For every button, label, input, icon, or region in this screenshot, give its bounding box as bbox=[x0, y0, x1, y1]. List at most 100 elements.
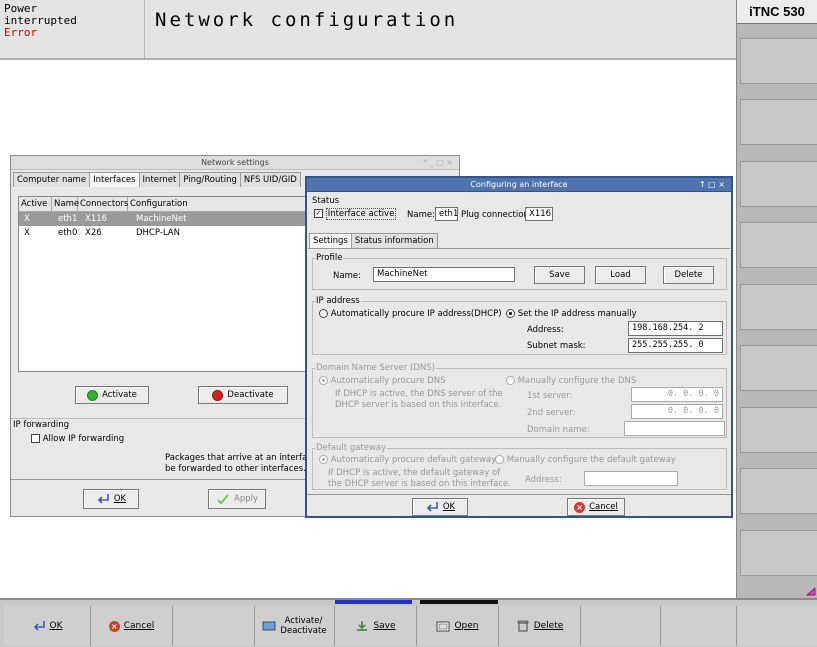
vertical-softkey-7[interactable] bbox=[740, 407, 817, 453]
activate-deactivate-text: Activate/ Deactivate bbox=[280, 616, 326, 636]
vertical-softkey-5[interactable] bbox=[740, 284, 817, 330]
dns-note-2: DHCP server is based on this interface. bbox=[335, 400, 502, 410]
error-indicator[interactable]: Error bbox=[4, 27, 140, 39]
col-connectors[interactable]: Connectors bbox=[78, 197, 128, 211]
softkey-delete-label: Delete bbox=[533, 621, 564, 631]
allow-ip-forwarding-checkbox[interactable]: Allow IP forwarding bbox=[31, 434, 124, 444]
softkey-empty-1[interactable] bbox=[172, 606, 254, 646]
ip-manual-label: Set the IP address manually bbox=[517, 309, 637, 319]
softkey-empty-2[interactable] bbox=[580, 606, 660, 646]
dns-server1-input[interactable]: 0. 0. 0. 0 bbox=[631, 387, 723, 402]
cell-name: eth1 bbox=[58, 214, 78, 224]
softkey-ok-label: OK bbox=[49, 621, 63, 631]
cancel-x-icon: × bbox=[108, 620, 120, 632]
ip-auto-radio[interactable]: Automatically procure IP address(DHCP) bbox=[319, 309, 502, 319]
vertical-softkey-9[interactable] bbox=[740, 530, 817, 576]
ip-address-input[interactable]: 198.168.254. 2 bbox=[628, 321, 723, 336]
softkey-empty-4[interactable] bbox=[736, 606, 817, 646]
note-line-2: be forwarded to other interfaces. bbox=[165, 464, 306, 474]
table-row[interactable]: X eth1 X116 MachineNet bbox=[19, 212, 307, 226]
return-arrow-icon bbox=[426, 502, 438, 512]
softkey-open[interactable]: Open bbox=[416, 606, 498, 646]
ip-auto-label: Automatically procure IP address(DHCP) bbox=[330, 309, 502, 319]
deactivate-button[interactable]: Deactivate bbox=[198, 386, 288, 404]
gateway-manual-radio[interactable]: Manually configure the default gateway bbox=[495, 455, 676, 465]
ip-address-field-label: Address: bbox=[527, 325, 564, 335]
vertical-softkey-6[interactable] bbox=[740, 345, 817, 391]
gateway-address-input[interactable] bbox=[584, 471, 678, 486]
tab-interfaces[interactable]: Interfaces bbox=[89, 172, 140, 187]
dns-auto-label: Automatically procure DNS bbox=[330, 376, 446, 386]
table-header: Active Name Connectors Configuration bbox=[19, 197, 307, 212]
tab-internet[interactable]: Internet bbox=[138, 172, 181, 187]
tab-status-information[interactable]: Status information bbox=[350, 233, 438, 248]
ip-manual-radio[interactable]: Set the IP address manually bbox=[506, 309, 637, 319]
default-gateway-group: Default gateway Automatically procure de… bbox=[312, 443, 727, 490]
shift-arrow-icon[interactable] bbox=[806, 587, 816, 596]
dns-server2-input[interactable]: 0. 0. 0. 0 bbox=[631, 404, 723, 419]
config-interface-dialog: Configuring an interface ↑ □ × Status ✓ … bbox=[305, 176, 733, 518]
vertical-softkey-2[interactable] bbox=[740, 99, 817, 145]
tab-divider bbox=[308, 248, 730, 249]
softkey-delete[interactable]: Delete bbox=[498, 606, 580, 646]
dns-note-1: If DHCP is active, the DNS server of the bbox=[335, 389, 503, 399]
subnet-mask-label: Subnet mask: bbox=[527, 341, 586, 351]
network-settings-titlebar[interactable]: Network settings * _ □ × bbox=[11, 156, 459, 170]
gateway-note-1: If DHCP is active, the default gateway o… bbox=[328, 468, 501, 478]
dialog-ok-button[interactable]: OK bbox=[412, 498, 468, 516]
profile-save-button[interactable]: Save bbox=[534, 266, 585, 284]
softkey-cancel[interactable]: × Cancel bbox=[90, 606, 172, 646]
dialog-controls-icon[interactable]: ↑ □ × bbox=[699, 178, 725, 191]
cell-name: eth0 bbox=[58, 228, 78, 238]
interface-active-checkbox[interactable]: ✓ Interface active bbox=[314, 208, 397, 220]
config-dialog-titlebar[interactable]: Configuring an interface ↑ □ × bbox=[307, 178, 731, 192]
apply-label: Apply bbox=[234, 494, 258, 504]
save-icon bbox=[357, 621, 368, 631]
activate-button[interactable]: Activate bbox=[75, 386, 149, 404]
softkey-activate-deactivate[interactable]: Activate/ Deactivate bbox=[254, 606, 334, 646]
vertical-softkey-1[interactable] bbox=[740, 38, 817, 84]
tab-nfs[interactable]: NFS UID/GID bbox=[239, 172, 301, 187]
subnet-mask-input[interactable]: 255.255.255. 0 bbox=[628, 338, 723, 353]
window-controls-icon[interactable]: * _ □ × bbox=[423, 156, 453, 169]
profile-name-input[interactable]: MachineNet bbox=[373, 267, 515, 282]
profile-delete-button[interactable]: Delete bbox=[663, 266, 714, 284]
dialog-cancel-button[interactable]: × Cancel bbox=[567, 498, 625, 516]
vertical-softkey-8[interactable] bbox=[740, 468, 817, 514]
vertical-softkey-4[interactable] bbox=[740, 222, 817, 268]
ok-button[interactable]: OK bbox=[83, 489, 139, 509]
dns-manual-radio[interactable]: Manually configure the DNS bbox=[506, 376, 636, 386]
table-row[interactable]: X eth0 X26 DHCP-LAN bbox=[19, 226, 307, 240]
interface-name-field[interactable]: eth1 bbox=[435, 207, 458, 221]
softkey-save[interactable]: Save bbox=[334, 606, 416, 646]
status-label: Status bbox=[312, 196, 340, 206]
tab-ping-routing[interactable]: Ping/Routing bbox=[179, 172, 241, 187]
dns-auto-radio[interactable]: Automatically procure DNS bbox=[319, 376, 445, 386]
plug-connection-field[interactable]: X116 bbox=[525, 207, 553, 221]
header-divider bbox=[0, 58, 736, 60]
return-arrow-icon bbox=[97, 494, 109, 504]
col-active[interactable]: Active bbox=[19, 197, 52, 211]
softkey-ok[interactable]: OK bbox=[4, 606, 90, 646]
gateway-auto-radio[interactable]: Automatically procure default gateway bbox=[319, 455, 496, 465]
network-tabs: Computer name Interfaces Internet Ping/Rout… bbox=[13, 172, 301, 187]
note-line-1: Packages that arrive at an interface c bbox=[165, 453, 325, 463]
return-arrow-icon bbox=[33, 621, 45, 631]
dns-server1-label: 1st server: bbox=[527, 391, 573, 401]
apply-button[interactable]: Apply bbox=[208, 489, 266, 509]
domain-name-input[interactable] bbox=[624, 421, 725, 436]
radio-selected-icon bbox=[319, 455, 328, 464]
vertical-softkey-3[interactable] bbox=[740, 161, 817, 207]
brand-label: iTNC 530 bbox=[737, 0, 817, 24]
dns-server2-label: 2nd server: bbox=[527, 408, 576, 418]
tab-settings[interactable]: Settings bbox=[309, 233, 352, 248]
cell-configuration: DHCP-LAN bbox=[136, 228, 180, 238]
profile-load-button[interactable]: Load bbox=[595, 266, 646, 284]
tab-computer-name[interactable]: Computer name bbox=[13, 172, 91, 187]
col-configuration[interactable]: Configuration bbox=[128, 197, 307, 211]
softkey-empty-3[interactable] bbox=[660, 606, 736, 646]
ip-forwarding-divider bbox=[11, 418, 305, 419]
dns-note: If DHCP is active, the DNS server of the… bbox=[335, 389, 503, 411]
radio-icon bbox=[495, 455, 504, 464]
col-name[interactable]: Name bbox=[52, 197, 79, 211]
